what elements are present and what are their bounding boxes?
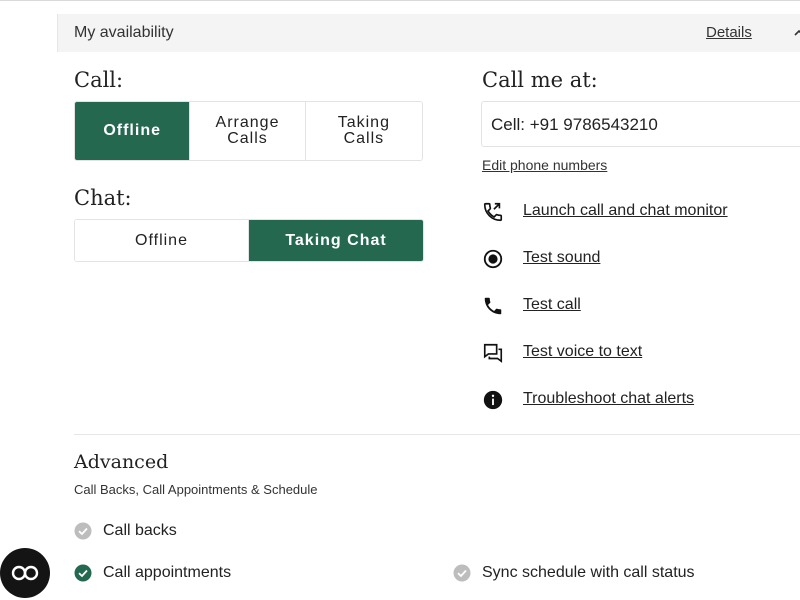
test-sound-link[interactable]: Test sound <box>482 247 792 271</box>
top-border <box>0 0 800 3</box>
check-circle-icon <box>74 564 92 582</box>
call-status-toggle: Offline Arrange Calls Taking Calls <box>74 101 423 161</box>
chat-status-toggle: Offline Taking Chat <box>74 219 424 262</box>
check-circle-icon <box>74 522 92 540</box>
phone-icon <box>484 297 502 315</box>
call-taking-calls-button[interactable]: Taking Calls <box>305 102 422 160</box>
availability-page: My availability Details Call: Offline Ar… <box>0 0 800 600</box>
phone-number-field[interactable]: Cell: +91 9786543210 <box>481 101 800 147</box>
edit-phone-numbers-link[interactable]: Edit phone numbers <box>482 157 607 173</box>
call-appointments-label: Call appointments <box>103 564 232 581</box>
chevron-up-icon[interactable] <box>794 28 800 38</box>
call-me-at-label: Call me at: <box>482 68 598 92</box>
availability-header: My availability Details <box>57 14 800 52</box>
launch-monitor-label: Launch call and chat monitor <box>523 202 728 219</box>
floating-action-button[interactable] <box>0 548 50 598</box>
sync-schedule-label: Sync schedule with call status <box>482 564 695 581</box>
info-icon <box>483 390 503 410</box>
section-divider <box>74 434 800 435</box>
advanced-subtitle: Call Backs, Call Appointments & Schedule <box>74 482 318 497</box>
phone-number-value: Cell: +91 9786543210 <box>491 115 658 134</box>
call-arrange-calls-button[interactable]: Arrange Calls <box>190 102 306 160</box>
chat-label: Chat: <box>74 186 132 210</box>
test-voice-to-text-label: Test voice to text <box>523 343 643 360</box>
call-offline-button[interactable]: Offline <box>75 102 191 160</box>
chat-offline-button[interactable]: Offline <box>75 220 249 261</box>
phone-forward-icon <box>483 202 503 222</box>
call-backs-label: Call backs <box>103 522 177 539</box>
troubleshoot-chat-alerts-label: Troubleshoot chat alerts <box>523 390 695 407</box>
call-label: Call: <box>74 68 124 92</box>
record-icon <box>483 249 503 269</box>
test-call-label: Test call <box>523 296 581 313</box>
test-voice-to-text-link[interactable]: Test voice to text <box>482 341 792 365</box>
header-title: My availability <box>74 24 174 41</box>
test-call-link[interactable]: Test call <box>482 294 792 318</box>
details-link[interactable]: Details <box>706 24 752 41</box>
infinity-icon <box>11 565 39 581</box>
test-sound-label: Test sound <box>523 249 601 266</box>
troubleshoot-chat-alerts-link[interactable]: Troubleshoot chat alerts <box>482 388 792 412</box>
advanced-title: Advanced <box>74 451 169 473</box>
launch-monitor-link[interactable]: Launch call and chat monitor <box>482 200 792 224</box>
check-circle-icon <box>453 564 471 582</box>
chat-taking-chat-button[interactable]: Taking Chat <box>249 220 423 261</box>
chat-bubbles-icon <box>483 343 503 363</box>
